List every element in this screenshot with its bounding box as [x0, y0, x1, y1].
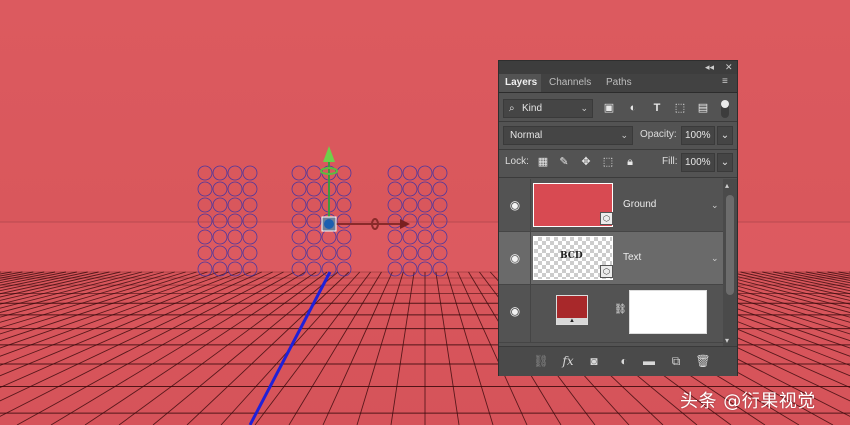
- delete-layer-icon[interactable]: 🗑︎: [695, 353, 711, 369]
- new-layer-icon[interactable]: ⧉: [668, 353, 684, 369]
- search-icon: ⌕: [509, 103, 515, 114]
- tab-layers[interactable]: Layers: [499, 74, 541, 92]
- shape-filter-icon[interactable]: ⬚: [672, 100, 688, 116]
- layer-name-ground[interactable]: Ground: [623, 197, 656, 213]
- visibility-eye-icon[interactable]: ◉: [507, 250, 523, 266]
- lock-position-icon[interactable]: ✥: [578, 154, 594, 170]
- new-group-icon[interactable]: ▬: [641, 353, 657, 369]
- chevron-down-icon: ⌄: [720, 130, 730, 141]
- fill-input[interactable]: 100%: [681, 153, 715, 172]
- type-filter-icon[interactable]: T: [649, 100, 665, 116]
- 3d-layer-badge-icon: ⬡: [600, 212, 613, 225]
- layers-panel: ◂◂ ✕ Layers Channels Paths ≡ ⌕ Kind ⌄ ▣ …: [498, 60, 738, 376]
- filter-kind-value: Kind: [522, 103, 543, 114]
- opacity-label: Opacity:: [640, 129, 677, 140]
- fx-icon[interactable]: fx: [560, 353, 576, 369]
- scrollbar-thumb[interactable]: [726, 195, 734, 295]
- layer-row-ground[interactable]: ◉ ⬡ Ground ⌄: [499, 179, 723, 232]
- adjustment-filter-icon[interactable]: ◐: [625, 100, 641, 116]
- layer-row-text[interactable]: ◉ BCD ⬡ Text ⌄: [499, 232, 723, 285]
- chevron-down-icon[interactable]: ⌄: [711, 197, 719, 213]
- layers-bottom-toolbar: ⛓︎ fx ◙ ◐ ▬ ⧉ 🗑︎: [499, 346, 737, 376]
- widget-center[interactable]: [324, 219, 334, 229]
- scroll-up-icon[interactable]: ▴: [725, 181, 729, 190]
- layer-mask-thumbnail[interactable]: [629, 290, 707, 334]
- filter-kind-select[interactable]: ⌕ Kind ⌄: [503, 99, 593, 118]
- lock-label: Lock:: [505, 156, 529, 167]
- opacity-input[interactable]: 100%: [681, 126, 715, 145]
- tab-paths[interactable]: Paths: [600, 74, 638, 92]
- scroll-down-icon[interactable]: ▾: [725, 336, 729, 345]
- chevron-down-icon[interactable]: ⌄: [711, 250, 719, 266]
- smart-object-filter-icon[interactable]: ▤: [695, 100, 711, 116]
- blend-row: Normal ⌄ Opacity: 100% ⌄: [499, 123, 737, 147]
- thumbnail-text: BCD: [560, 251, 583, 261]
- 3d-layer-badge-icon: ⬡: [600, 265, 613, 278]
- tab-channels[interactable]: Channels: [543, 74, 597, 92]
- fill-dropdown-button[interactable]: ⌄: [717, 153, 733, 172]
- lock-artboard-icon[interactable]: ⬚: [600, 154, 616, 170]
- lock-transparent-icon[interactable]: ▦: [535, 154, 551, 170]
- mask-link-icon[interactable]: ⛓︎: [614, 303, 627, 317]
- blend-mode-value: Normal: [510, 130, 543, 141]
- panel-title-bar: ◂◂ ✕: [499, 61, 737, 74]
- chevron-down-icon: ⌄: [580, 103, 588, 113]
- chevron-down-icon: ⌄: [620, 130, 628, 140]
- layers-scrollbar[interactable]: ▴ ▾: [723, 179, 737, 347]
- filter-toggle-icon[interactable]: [721, 100, 729, 118]
- watermark: 头条 @衍果视觉: [680, 391, 816, 412]
- image-filter-icon[interactable]: ▣: [601, 100, 617, 116]
- panel-tabs: Layers Channels Paths ≡: [499, 74, 737, 93]
- visibility-eye-icon[interactable]: ◉: [507, 197, 523, 213]
- fill-label: Fill:: [662, 156, 678, 167]
- lock-row: Lock: ▦ ✎ ✥ ⬚ 🔒︎ Fill: 100% ⌄: [499, 151, 737, 175]
- fill-color-swatch[interactable]: ▲: [556, 295, 588, 325]
- layer-row-fill[interactable]: ◉ ▲ ⛓︎: [499, 285, 723, 343]
- visibility-eye-icon[interactable]: ◉: [507, 303, 523, 319]
- close-icon[interactable]: ✕: [725, 61, 733, 74]
- blend-mode-select[interactable]: Normal ⌄: [503, 126, 633, 145]
- filter-row: ⌕ Kind ⌄ ▣ ◐ T ⬚ ▤: [499, 96, 737, 120]
- lock-all-icon[interactable]: 🔒︎: [622, 154, 638, 170]
- add-mask-icon[interactable]: ◙: [586, 353, 602, 369]
- link-layers-icon[interactable]: ⛓︎: [533, 353, 549, 369]
- lock-image-icon[interactable]: ✎: [556, 154, 572, 170]
- collapse-icon[interactable]: ◂◂: [705, 61, 714, 74]
- panel-menu-icon[interactable]: ≡: [722, 77, 732, 87]
- opacity-dropdown-button[interactable]: ⌄: [717, 126, 733, 145]
- layer-name-text[interactable]: Text: [623, 250, 641, 266]
- adjustment-layer-icon[interactable]: ◐: [616, 353, 632, 369]
- chevron-down-icon: ⌄: [720, 157, 730, 168]
